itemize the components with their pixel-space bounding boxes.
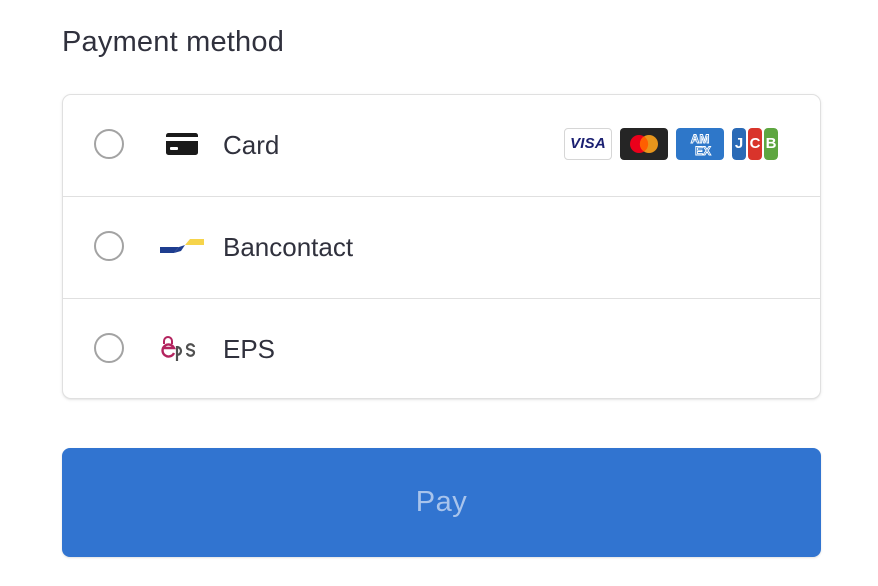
visa-logo-text: VISA [570, 135, 606, 152]
payment-method-heading: Payment method [62, 26, 285, 58]
eps-radio[interactable] [94, 332, 124, 363]
card-radio[interactable] [94, 128, 124, 159]
amex-logo-icon: AM EX [676, 127, 724, 160]
card-icon [159, 129, 205, 159]
bancontact-logo-icon [159, 231, 205, 261]
amex-line2: EX [695, 144, 711, 158]
eps-label: EPS [223, 333, 276, 364]
payment-form: Payment method Card VISA AM EX J C B Ban… [0, 0, 878, 586]
jcb-j: J [732, 127, 746, 160]
jcb-b: B [764, 127, 778, 160]
jcb-logo-icon: J C B [732, 127, 778, 160]
payment-option-card[interactable]: Card VISA AM EX J C B [63, 95, 820, 197]
bancontact-label: Bancontact [223, 231, 354, 262]
card-label: Card [223, 129, 280, 160]
pay-button-label: Pay [415, 486, 468, 518]
payment-option-eps[interactable]: EPS [63, 299, 820, 398]
mastercard-logo-icon [620, 127, 668, 160]
card-brand-logos: VISA AM EX J C B [564, 127, 778, 160]
eps-logo-icon [159, 333, 205, 363]
visa-logo-icon: VISA [564, 127, 612, 160]
pay-button[interactable]: Pay [62, 448, 821, 557]
payment-option-bancontact[interactable]: Bancontact [63, 197, 820, 299]
jcb-c: C [748, 127, 762, 160]
payment-method-list: Card VISA AM EX J C B Bancontact EPS [62, 94, 821, 399]
bancontact-radio[interactable] [94, 230, 124, 261]
